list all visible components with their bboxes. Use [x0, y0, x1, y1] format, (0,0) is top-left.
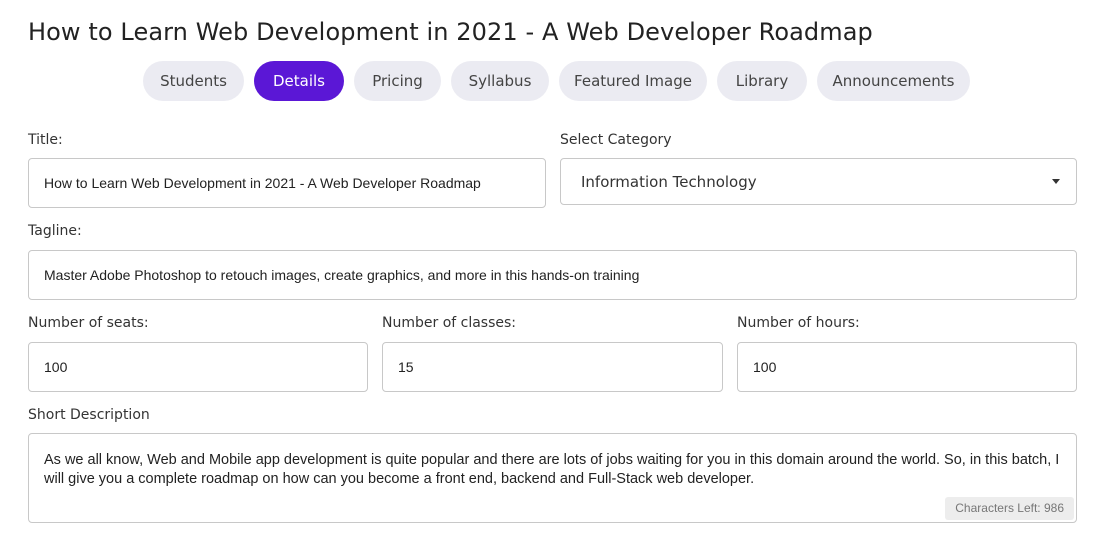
tab-library[interactable]: Library — [717, 61, 807, 101]
description-text: As we all know, Web and Mobile app devel… — [44, 452, 1060, 487]
characters-left-badge: Characters Left: 986 — [945, 497, 1074, 520]
tab-syllabus[interactable]: Syllabus — [451, 61, 549, 101]
caret-down-icon — [1052, 179, 1060, 184]
tab-announcements[interactable]: Announcements — [817, 61, 970, 101]
title-input[interactable]: How to Learn Web Development in 2021 - A… — [28, 158, 546, 208]
classes-input[interactable]: 15 — [382, 342, 723, 392]
tagline-input-value: Master Adobe Photoshop to retouch images… — [44, 267, 640, 283]
tab-featured-image[interactable]: Featured Image — [559, 61, 707, 101]
title-label: Title: — [28, 132, 63, 148]
tab-pricing[interactable]: Pricing — [354, 61, 441, 101]
seats-input[interactable]: 100 — [28, 342, 368, 392]
category-select[interactable]: Information Technology — [560, 158, 1077, 205]
tab-details[interactable]: Details — [254, 61, 344, 101]
seats-label: Number of seats: — [28, 315, 149, 331]
tab-students[interactable]: Students — [143, 61, 244, 101]
title-input-value: How to Learn Web Development in 2021 - A… — [44, 175, 481, 191]
tab-bar: Students Details Pricing Syllabus Featur… — [143, 61, 970, 101]
category-select-value: Information Technology — [581, 172, 757, 191]
hours-input[interactable]: 100 — [737, 342, 1077, 392]
category-label: Select Category — [560, 132, 672, 148]
description-label: Short Description — [28, 407, 150, 423]
description-textarea[interactable]: As we all know, Web and Mobile app devel… — [28, 433, 1077, 523]
hours-label: Number of hours: — [737, 315, 860, 331]
seats-input-value: 100 — [44, 359, 68, 375]
tagline-label: Tagline: — [28, 223, 82, 239]
page-title: How to Learn Web Development in 2021 - A… — [28, 18, 873, 46]
classes-label: Number of classes: — [382, 315, 517, 331]
hours-input-value: 100 — [753, 359, 777, 375]
tagline-input[interactable]: Master Adobe Photoshop to retouch images… — [28, 250, 1077, 300]
classes-input-value: 15 — [398, 359, 414, 375]
